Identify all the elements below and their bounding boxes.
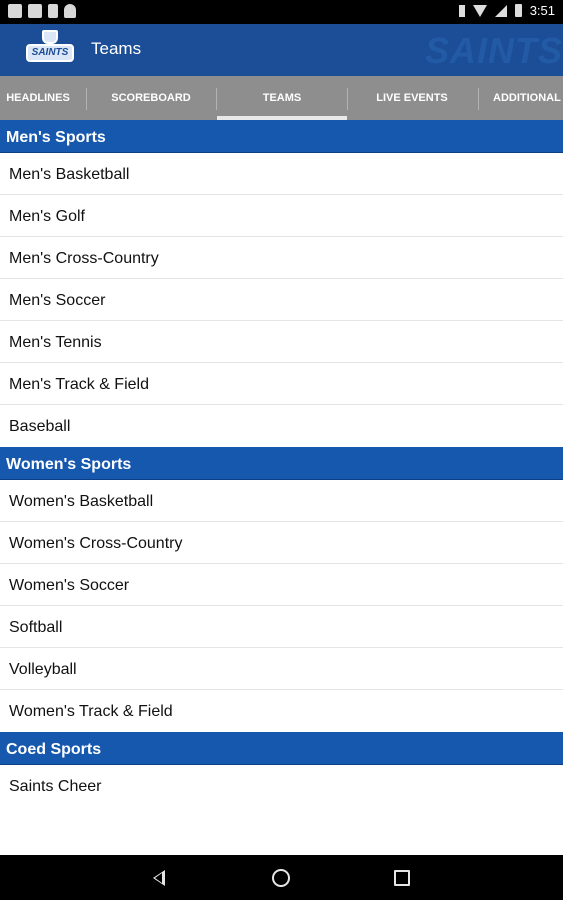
android-icon bbox=[64, 4, 76, 18]
list-item[interactable]: Women's Basketball bbox=[0, 480, 563, 522]
list-item[interactable]: Volleyball bbox=[0, 648, 563, 690]
signal-icon bbox=[494, 4, 507, 17]
list-item[interactable]: Saints Cheer bbox=[0, 765, 563, 807]
navigation-bar bbox=[0, 855, 563, 900]
tab-bar: HEADLINES SCOREBOARD TEAMS LIVE EVENTS A… bbox=[0, 76, 563, 120]
status-bar: 3:51 bbox=[0, 0, 563, 24]
list-item[interactable]: Women's Cross-Country bbox=[0, 522, 563, 564]
system-icons: 3:51 bbox=[458, 3, 555, 18]
tab-scoreboard[interactable]: SCOREBOARD bbox=[86, 76, 216, 120]
tab-additional-info[interactable]: ADDITIONAL INFO bbox=[478, 76, 563, 120]
tab-teams[interactable]: TEAMS bbox=[217, 76, 347, 120]
tab-live-events[interactable]: LIVE EVENTS bbox=[347, 76, 477, 120]
list-item[interactable]: Softball bbox=[0, 606, 563, 648]
home-icon[interactable] bbox=[272, 869, 290, 887]
section-header-womens: Women's Sports bbox=[0, 447, 563, 480]
saints-logo[interactable]: SAINTS bbox=[26, 30, 74, 68]
list-item[interactable]: Men's Track & Field bbox=[0, 363, 563, 405]
list-item[interactable]: Men's Cross-Country bbox=[0, 237, 563, 279]
section-header-mens: Men's Sports bbox=[0, 120, 563, 153]
list-item[interactable]: Baseball bbox=[0, 405, 563, 447]
app-bar: SAINTS Teams SAINTS bbox=[0, 24, 563, 76]
recents-icon[interactable] bbox=[394, 870, 410, 886]
bluetooth-icon bbox=[458, 4, 465, 17]
logo-text: SAINTS bbox=[26, 44, 74, 62]
notification-icons bbox=[8, 4, 76, 18]
shield-icon bbox=[42, 30, 58, 44]
wifi-icon bbox=[472, 4, 487, 17]
section-header-coed: Coed Sports bbox=[0, 732, 563, 765]
list-item[interactable]: Men's Soccer bbox=[0, 279, 563, 321]
list-item[interactable]: Women's Track & Field bbox=[0, 690, 563, 732]
list-item[interactable]: Women's Soccer bbox=[0, 564, 563, 606]
list-item[interactable]: Men's Tennis bbox=[0, 321, 563, 363]
battery-icon bbox=[514, 4, 522, 17]
watermark-logo: SAINTS bbox=[424, 30, 563, 71]
image-icon bbox=[8, 4, 22, 18]
page-title: Teams bbox=[91, 39, 142, 58]
teams-list: Men's Sports Men's Basketball Men's Golf… bbox=[0, 120, 563, 807]
image-icon bbox=[28, 4, 42, 18]
list-item[interactable]: Men's Basketball bbox=[0, 153, 563, 195]
status-time: 3:51 bbox=[529, 3, 555, 18]
back-icon[interactable] bbox=[153, 870, 165, 886]
tab-headlines[interactable]: HEADLINES bbox=[0, 76, 86, 120]
phone-icon bbox=[48, 4, 58, 18]
list-item[interactable]: Men's Golf bbox=[0, 195, 563, 237]
